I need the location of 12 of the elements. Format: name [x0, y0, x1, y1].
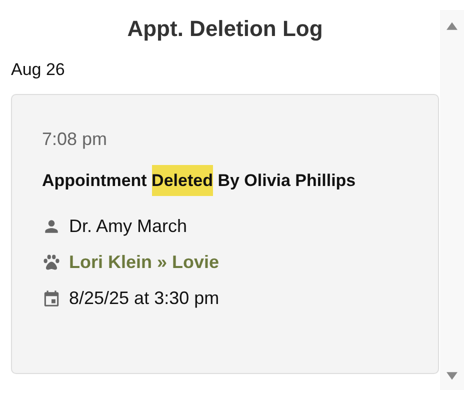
- page-title: Appt. Deletion Log: [126, 15, 324, 43]
- scrollbar[interactable]: [440, 10, 464, 390]
- calendar-icon: [42, 288, 61, 308]
- entry-title: Appointment Deleted By Olivia Phillips: [42, 166, 372, 195]
- entry-time: 7:08 pm: [42, 128, 108, 151]
- scroll-down-icon[interactable]: [445, 371, 459, 382]
- paw-icon: [42, 252, 61, 272]
- appointment-date: 8/25/25 at 3:30 pm: [69, 288, 220, 308]
- doctor-name: Dr. Amy March: [69, 216, 188, 236]
- client-pet-link[interactable]: Lori Klein » Lovie: [69, 252, 220, 272]
- date-heading: Aug 26: [11, 59, 66, 81]
- scroll-up-icon[interactable]: [445, 20, 459, 31]
